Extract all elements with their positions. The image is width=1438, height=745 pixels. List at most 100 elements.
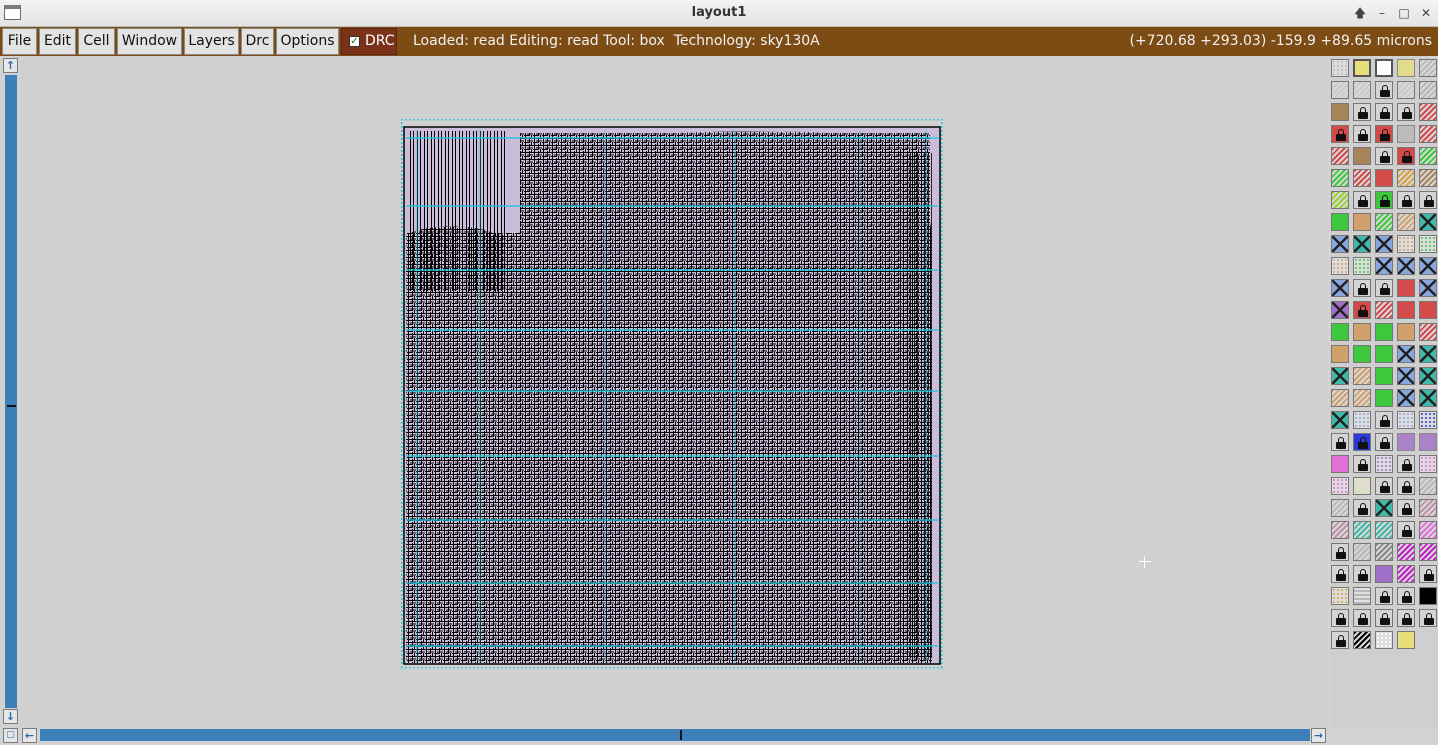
layer-swatch-light-purple[interactable]	[1419, 433, 1437, 451]
layer-swatch-outline-white[interactable]	[1375, 59, 1393, 77]
layer-swatch-lock[interactable]	[1397, 477, 1415, 495]
layer-swatch-hatch-brown[interactable]	[1419, 169, 1437, 187]
layer-swatch-hatch-mauve[interactable]	[1331, 521, 1349, 539]
layer-swatch-cross-blue[interactable]	[1419, 257, 1437, 275]
layer-swatch-solid-black[interactable]	[1419, 587, 1437, 605]
drc-checkbox[interactable]: ✓	[349, 36, 360, 47]
layer-swatch-cross-blue[interactable]	[1397, 257, 1415, 275]
layer-swatch-lock-red[interactable]	[1353, 301, 1371, 319]
layer-swatch-dots-blue[interactable]	[1353, 411, 1371, 429]
layer-swatch-dots-pink[interactable]	[1419, 455, 1437, 473]
layer-swatch-lock[interactable]	[1375, 433, 1393, 451]
menu-file[interactable]: File	[2, 28, 37, 55]
layer-swatch-lock-navy[interactable]	[1353, 433, 1371, 451]
horizontal-scroll-thumb[interactable]	[680, 730, 682, 740]
layer-swatch-hatch-green[interactable]	[1375, 213, 1393, 231]
layer-swatch-lock[interactable]	[1353, 565, 1371, 583]
layer-swatch-dots-blue[interactable]	[1397, 411, 1415, 429]
layer-swatch-hatch-lightgray[interactable]	[1331, 81, 1349, 99]
layer-swatch-cross-blue[interactable]	[1397, 389, 1415, 407]
layer-swatch-lock[interactable]	[1331, 433, 1349, 451]
layer-swatch-cross-blue[interactable]	[1331, 235, 1349, 253]
layer-swatch-solid-purple[interactable]	[1375, 565, 1393, 583]
layer-swatch-tan[interactable]	[1353, 213, 1371, 231]
layer-swatch-lock[interactable]	[1353, 191, 1371, 209]
layer-swatch-lock[interactable]	[1375, 411, 1393, 429]
layer-swatch-cross-teal[interactable]	[1353, 235, 1371, 253]
layer-swatch-tan[interactable]	[1397, 323, 1415, 341]
layer-swatch-lock[interactable]	[1397, 103, 1415, 121]
layer-swatch-hatch-gray[interactable]	[1353, 543, 1371, 561]
layer-swatch-dots-gray[interactable]	[1331, 59, 1349, 77]
layer-swatch-solid-red[interactable]	[1375, 169, 1393, 187]
layer-swatch-solid-pink[interactable]	[1331, 455, 1349, 473]
layer-swatch-lock[interactable]	[1419, 191, 1437, 209]
layer-swatch-solid-green[interactable]	[1331, 213, 1349, 231]
layer-swatch-hatch-lightgray[interactable]	[1353, 81, 1371, 99]
layer-swatch-lock[interactable]	[1375, 147, 1393, 165]
layout-canvas[interactable]	[20, 58, 1328, 725]
layer-swatch-solid-green[interactable]	[1353, 345, 1371, 363]
layer-swatch-solid-yellow[interactable]	[1397, 631, 1415, 649]
arrow-up-icon[interactable]: 🡅	[1351, 4, 1369, 22]
layer-swatch-lock[interactable]	[1375, 587, 1393, 605]
layer-swatch-lock[interactable]	[1353, 279, 1371, 297]
layer-swatch-cross-teal[interactable]	[1331, 367, 1349, 385]
layer-swatch-cross-blue[interactable]	[1331, 279, 1349, 297]
layout-view[interactable]	[20, 58, 1328, 725]
layer-swatch-cross-teal[interactable]	[1419, 345, 1437, 363]
layer-swatch-cross-blue[interactable]	[1375, 257, 1393, 275]
layer-swatch-light-gray[interactable]	[1397, 125, 1415, 143]
menu-drc[interactable]: Drc	[241, 28, 274, 55]
layer-swatch-hatch-gray[interactable]	[1419, 59, 1437, 77]
scroll-up-icon[interactable]: ↑	[3, 58, 18, 73]
layer-swatch-cross-purple[interactable]	[1331, 301, 1349, 319]
layer-swatch-solid-red[interactable]	[1397, 279, 1415, 297]
layer-swatch-light-yellow[interactable]	[1397, 59, 1415, 77]
layer-swatch-hatch-red[interactable]	[1419, 323, 1437, 341]
layer-swatch-lock[interactable]	[1397, 455, 1415, 473]
layer-swatch-dots-tan[interactable]	[1397, 235, 1415, 253]
layer-swatch-hatch-green[interactable]	[1419, 147, 1437, 165]
layer-swatch-cross-teal[interactable]	[1375, 499, 1393, 517]
layer-swatch-cross-teal[interactable]	[1419, 367, 1437, 385]
layer-swatch-hatch-teal[interactable]	[1375, 521, 1393, 539]
layer-swatch-lock[interactable]	[1375, 609, 1393, 627]
layer-swatch-hatch-red[interactable]	[1419, 125, 1437, 143]
layer-swatch-lock[interactable]	[1375, 279, 1393, 297]
layer-swatch-hatch-red[interactable]	[1331, 147, 1349, 165]
layer-swatch-hatch-lightgray[interactable]	[1397, 81, 1415, 99]
layer-swatch-lock[interactable]	[1353, 499, 1371, 517]
layer-swatch-dots-purple[interactable]	[1375, 455, 1393, 473]
layer-swatch-lock[interactable]	[1397, 587, 1415, 605]
layer-swatch-tan[interactable]	[1353, 323, 1371, 341]
layer-swatch-lock-green[interactable]	[1375, 191, 1393, 209]
layer-swatch-solid-red[interactable]	[1419, 301, 1437, 319]
vertical-scroll-thumb[interactable]	[7, 405, 16, 407]
scroll-down-icon[interactable]: ↓	[3, 709, 18, 724]
layer-swatch-solid-green[interactable]	[1375, 345, 1393, 363]
menu-edit[interactable]: Edit	[39, 28, 76, 55]
layer-swatch-hatch-black[interactable]	[1353, 631, 1371, 649]
layer-swatch-cross-blue[interactable]	[1419, 279, 1437, 297]
layer-swatch-lock[interactable]	[1353, 455, 1371, 473]
menu-options[interactable]: Options	[276, 28, 339, 55]
layer-swatch-lock[interactable]	[1331, 543, 1349, 561]
vertical-scrollbar[interactable]: ↑ ↓	[3, 58, 18, 726]
menu-cell[interactable]: Cell	[78, 28, 115, 55]
maximize-icon[interactable]: □	[1395, 4, 1413, 22]
layer-swatch-lock-red[interactable]	[1331, 125, 1349, 143]
layer-swatch-lock[interactable]	[1397, 521, 1415, 539]
layer-swatch-hatch-darkgray[interactable]	[1375, 543, 1393, 561]
layer-swatch-tan[interactable]	[1331, 345, 1349, 363]
horizontal-scrollbar[interactable]: ▢ ← →	[0, 727, 1330, 744]
zoom-box-icon[interactable]: ▢	[3, 728, 18, 743]
scroll-right-icon[interactable]: →	[1311, 728, 1326, 743]
menu-window[interactable]: Window	[117, 28, 182, 55]
minimize-icon[interactable]: –	[1373, 4, 1391, 22]
layer-swatch-lock[interactable]	[1353, 125, 1371, 143]
layer-swatch-lock-red[interactable]	[1375, 125, 1393, 143]
layer-swatch-hatch-magenta[interactable]	[1419, 543, 1437, 561]
layer-swatch-lock[interactable]	[1331, 609, 1349, 627]
layer-swatch-brown[interactable]	[1353, 147, 1371, 165]
